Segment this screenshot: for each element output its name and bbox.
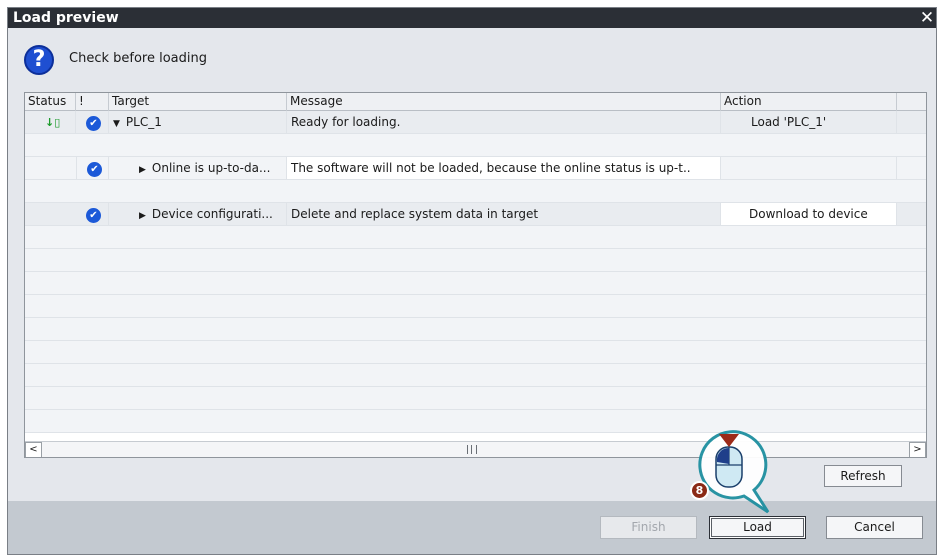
column-header-status[interactable]: Status xyxy=(25,93,76,111)
column-header-message[interactable]: Message xyxy=(287,93,721,111)
scroll-left-button[interactable]: < xyxy=(25,442,42,457)
table-row[interactable]: ✔ ▶ Online is up-to-da... The software wi… xyxy=(25,157,926,180)
table-header: Status ! Target Message Action xyxy=(25,93,926,111)
table-row-empty xyxy=(25,272,926,295)
table-row-empty xyxy=(25,180,926,203)
table-row-empty xyxy=(25,387,926,410)
horizontal-scrollbar[interactable]: < > xyxy=(25,441,926,457)
collapse-arrow-icon[interactable]: ▼ xyxy=(113,113,120,133)
scroll-right-button[interactable]: > xyxy=(909,442,926,457)
dialog-footer: Finish Load Cancel xyxy=(8,501,936,554)
table-row-empty xyxy=(25,249,926,272)
status-loading-icon: ↓▯ xyxy=(45,116,61,129)
refresh-button[interactable]: Refresh xyxy=(824,465,902,487)
help-icon: ? xyxy=(24,45,54,75)
column-header-action[interactable]: Action xyxy=(721,93,897,111)
row-message: Ready for loading. xyxy=(287,111,721,133)
row-message: Delete and replace system data in target xyxy=(287,203,721,225)
header-text: Check before loading xyxy=(69,51,207,66)
checkmark-icon: ✔ xyxy=(86,116,101,131)
table-row-empty xyxy=(25,341,926,364)
table-row-empty xyxy=(25,226,926,249)
cancel-button[interactable]: Cancel xyxy=(826,516,923,539)
table-row[interactable]: ✔ ▶ Device configurati... Delete and repl… xyxy=(25,203,926,226)
table-row-empty xyxy=(25,318,926,341)
title-bar: Load preview ✕ xyxy=(8,8,936,28)
column-header-blank xyxy=(897,93,926,111)
checkmark-icon: ✔ xyxy=(86,208,101,223)
table-row-empty xyxy=(25,410,926,433)
checkmark-icon: ✔ xyxy=(87,162,102,177)
row-action-dropdown[interactable]: Download to device xyxy=(721,203,897,225)
row-target: PLC_1 xyxy=(125,115,162,129)
table-body: ↓▯ ✔ ▼ PLC_1 Ready for loading. Load 'PLC… xyxy=(25,111,926,441)
load-preview-dialog: Load preview ✕ ? Check before loading St… xyxy=(7,7,937,555)
table-row[interactable]: ↓▯ ✔ ▼ PLC_1 Ready for loading. Load 'PLC… xyxy=(25,111,926,134)
scroll-thumb-grip-icon[interactable] xyxy=(467,445,477,454)
row-message: The software will not be loaded, because… xyxy=(287,157,721,179)
step-number-badge: 8 xyxy=(690,481,709,500)
header-area: ? Check before loading xyxy=(8,28,936,90)
table-row-empty xyxy=(25,364,926,387)
dialog-title: Load preview xyxy=(13,10,119,26)
expand-arrow-icon[interactable]: ▶ xyxy=(139,205,146,225)
close-icon[interactable]: ✕ xyxy=(918,8,936,28)
load-preview-table: Status ! Target Message Action ↓▯ ✔ ▼ PLC… xyxy=(24,92,927,458)
row-action xyxy=(721,157,897,179)
table-row-empty xyxy=(25,134,926,157)
finish-button[interactable]: Finish xyxy=(600,516,697,539)
table-row-empty xyxy=(25,295,926,318)
row-target: Online is up-to-da... xyxy=(151,161,271,175)
expand-arrow-icon[interactable]: ▶ xyxy=(139,159,146,179)
column-header-priority[interactable]: ! xyxy=(76,93,109,111)
column-header-target[interactable]: Target xyxy=(109,93,287,111)
row-target: Device configurati... xyxy=(151,207,273,221)
load-button[interactable]: Load xyxy=(709,516,806,539)
row-action[interactable]: Load 'PLC_1' xyxy=(721,111,897,133)
